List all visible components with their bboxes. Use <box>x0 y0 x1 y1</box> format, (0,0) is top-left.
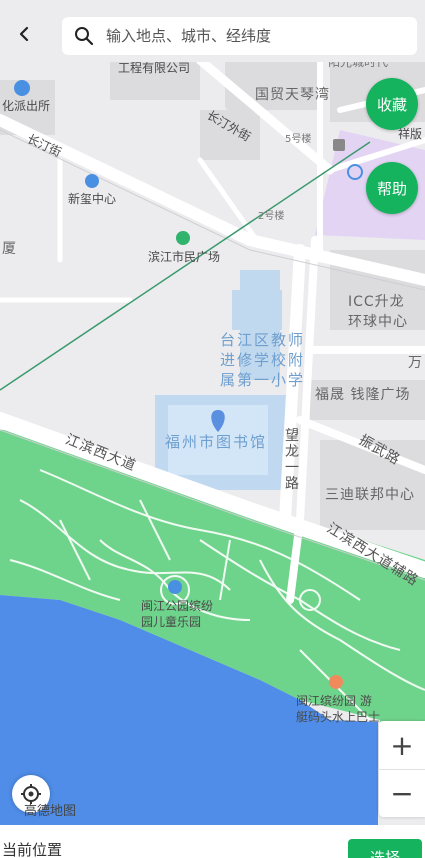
map-picker-screen: 工程有限公司 阳光城时代 国贸天琴湾 化派出所 长汀外街 5号楼 祥版 长汀街 … <box>0 0 425 858</box>
zoom-control: + − <box>379 721 425 817</box>
current-location-label: 当前位置 <box>2 841 63 858</box>
label-park-kids: 闽江公园缤纷 园儿童乐园 <box>141 599 214 629</box>
zoom-out-button[interactable]: − <box>379 769 425 817</box>
map-canvas[interactable]: 工程有限公司 阳光城时代 国贸天琴湾 化派出所 长汀外街 5号楼 祥版 长汀街 … <box>0 0 425 825</box>
bottom-panel: 当前位置 选择 <box>0 825 425 858</box>
favorite-button[interactable]: 收藏 <box>366 78 418 130</box>
chevron-left-icon <box>19 26 29 42</box>
help-button[interactable]: 帮助 <box>366 162 418 214</box>
label-paichusuo: 化派出所 <box>2 99 51 113</box>
amap-attribution: 高德地图 <box>24 800 76 819</box>
label-xinying: 新玺中心 <box>68 192 117 206</box>
label-xiangban: 祥版 <box>398 127 423 141</box>
zoom-in-button[interactable]: + <box>379 721 425 769</box>
label-building5: 5号楼 <box>285 134 312 145</box>
label-icc: ICC升龙 环球中心 <box>348 294 408 330</box>
search-icon <box>75 27 94 46</box>
amap-logo-text: 高德地图 <box>24 804 77 819</box>
search-box[interactable] <box>62 17 417 55</box>
label-pier: 闽江缤纷园 游 艇码头水上巴士 <box>296 694 381 724</box>
label-xia: 厦 <box>2 241 17 257</box>
label-sandi: 三迪联邦中心 <box>325 487 415 503</box>
label-library: 福州市图书馆 <box>165 433 268 451</box>
label-gongcheng: 工程有限公司 <box>118 61 191 75</box>
search-input[interactable] <box>106 27 417 45</box>
label-guomao: 国贸天琴湾 <box>255 87 330 103</box>
label-binjiang-square: 滨江市民广场 <box>148 250 221 264</box>
label-wanglong: 望 龙 一 路 <box>285 428 300 492</box>
label-school: 台江区教师 进修学校附 属第一小学 <box>220 331 306 389</box>
top-bar <box>0 0 425 62</box>
select-button[interactable]: 选择 <box>348 839 422 858</box>
label-fusheng: 福晟 钱隆广场 <box>315 387 411 403</box>
label-wan: 万 <box>408 355 423 371</box>
label-building2: 2号楼 <box>258 211 285 222</box>
back-button[interactable] <box>10 20 38 48</box>
